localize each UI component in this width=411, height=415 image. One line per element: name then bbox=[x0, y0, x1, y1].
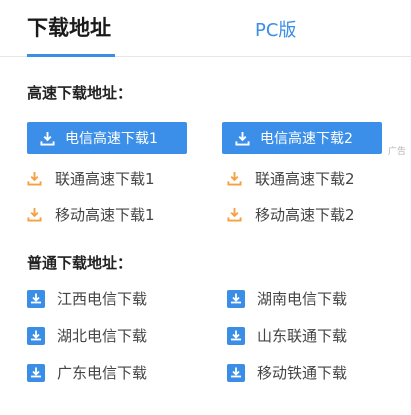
mobile-fast-download-2-link[interactable]: 移动高速下载2 bbox=[227, 204, 355, 225]
download-icon bbox=[227, 207, 242, 222]
link-label: 联通高速下载2 bbox=[255, 170, 355, 188]
ad-label: 广告 bbox=[388, 147, 407, 157]
download-box-icon bbox=[227, 363, 245, 382]
download-icon bbox=[27, 207, 42, 222]
hubei-telecom-download-link[interactable]: 湖北电信下载 bbox=[27, 325, 147, 346]
normal-download-title: 普通下载地址： bbox=[27, 254, 133, 272]
download-box-icon bbox=[27, 326, 45, 345]
hunan-telecom-download-link[interactable]: 湖南电信下载 bbox=[227, 288, 347, 309]
link-label: 湖南电信下载 bbox=[257, 290, 348, 308]
download-icon bbox=[235, 131, 250, 146]
download-box-icon bbox=[27, 363, 45, 382]
tab-active-underline bbox=[27, 54, 115, 57]
link-label: 移动铁通下载 bbox=[257, 364, 348, 382]
mobile-tietong-download-link[interactable]: 移动铁通下载 bbox=[227, 362, 347, 383]
download-icon bbox=[40, 131, 55, 146]
download-box-icon bbox=[27, 289, 45, 308]
mobile-fast-download-1-link[interactable]: 移动高速下载1 bbox=[27, 204, 155, 225]
unicom-fast-download-2-link[interactable]: 联通高速下载2 bbox=[227, 168, 355, 189]
button-label: 电信高速下载1 bbox=[65, 131, 158, 147]
link-label: 移动高速下载2 bbox=[255, 206, 355, 224]
link-label: 广东电信下载 bbox=[57, 364, 148, 382]
unicom-fast-download-1-link[interactable]: 联通高速下载1 bbox=[27, 168, 155, 189]
download-tabs: 下载地址 PC版 bbox=[0, 0, 411, 57]
guangdong-telecom-download-link[interactable]: 广东电信下载 bbox=[27, 362, 147, 383]
telecom-fast-download-2-button[interactable]: 电信高速下载2 bbox=[222, 122, 382, 154]
link-label: 联通高速下载1 bbox=[55, 170, 155, 188]
link-label: 江西电信下载 bbox=[57, 290, 148, 308]
download-box-icon bbox=[227, 289, 245, 308]
download-box-icon bbox=[227, 326, 245, 345]
shandong-unicom-download-link[interactable]: 山东联通下载 bbox=[227, 325, 347, 346]
tab-download-links[interactable]: 下载地址 bbox=[27, 12, 111, 42]
button-label: 电信高速下载2 bbox=[260, 131, 353, 147]
download-icon bbox=[27, 171, 42, 186]
download-icon bbox=[227, 171, 242, 186]
telecom-fast-download-1-button[interactable]: 电信高速下载1 bbox=[27, 122, 187, 154]
link-label: 移动高速下载1 bbox=[55, 206, 155, 224]
fast-download-title: 高速下载地址： bbox=[27, 84, 133, 102]
link-label: 湖北电信下载 bbox=[57, 327, 148, 345]
tab-pc-version[interactable]: PC版 bbox=[255, 16, 296, 42]
link-label: 山东联通下载 bbox=[257, 327, 348, 345]
jiangxi-telecom-download-link[interactable]: 江西电信下载 bbox=[27, 288, 147, 309]
